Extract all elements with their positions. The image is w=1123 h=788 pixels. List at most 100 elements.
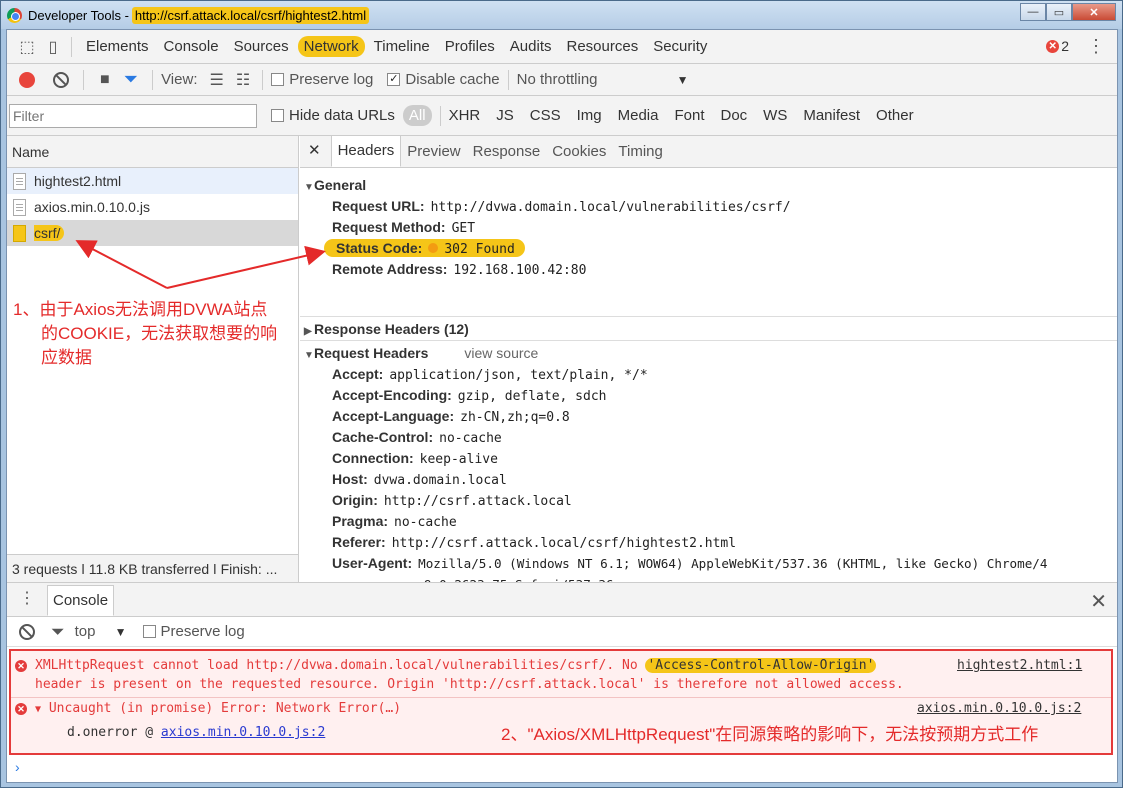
divider [439, 105, 441, 126]
filter-icon[interactable]: ⏷ [51, 622, 65, 642]
annotation-1-line: 1、由于Axios无法调用DVWA站点 [13, 300, 268, 319]
filter-type-other[interactable]: Other [876, 107, 914, 124]
tab-headers[interactable]: Headers [330, 135, 402, 167]
window-title-url: http://csrf.attack.local/csrf/hightest2.… [131, 6, 370, 24]
request-headers-title[interactable]: ▼Request Headers view source [300, 342, 1117, 364]
tab-console-drawer[interactable]: Console [47, 585, 115, 616]
header-value: dvwa.domain.local [373, 473, 507, 488]
request-name: csrf/ [34, 225, 65, 241]
tab-console[interactable]: Console [158, 36, 225, 57]
tab-cookies[interactable]: Cookies [546, 137, 612, 167]
name-column-header[interactable]: Name [7, 136, 298, 168]
error-count: 2 [1061, 38, 1069, 54]
source-link[interactable]: hightest2.html:1 [957, 658, 1082, 673]
error-message-cont: header is present on the requested resou… [35, 677, 904, 692]
source-link[interactable]: axios.min.0.10.0.js:2 [917, 701, 1081, 716]
filter-type-doc[interactable]: Doc [720, 107, 747, 124]
error-icon: ✕ [1046, 39, 1060, 53]
tab-network[interactable]: Network [297, 36, 365, 57]
filter-type-manifest[interactable]: Manifest [803, 107, 860, 124]
window-title: Developer Tools - [28, 7, 129, 23]
more-options-icon[interactable]: ⋮ [1087, 36, 1105, 57]
error-icon: ✕ [15, 703, 27, 715]
tab-sources[interactable]: Sources [228, 36, 295, 57]
request-row[interactable]: axios.min.0.10.0.js [7, 194, 298, 220]
header-key: Accept-Language: [332, 408, 455, 424]
video-camera-icon[interactable]: ■ [100, 71, 110, 89]
view-source-link[interactable]: view source [464, 345, 538, 361]
annotation-1: 1、由于Axios无法调用DVWA站点 的COOKIE，无法获取想要的响 应数据 [13, 298, 277, 370]
title-bar: Developer Tools - http://csrf.attack.loc… [1, 1, 1122, 29]
error-count-badge[interactable]: ✕ 2 [1046, 38, 1069, 54]
header-row: Referer: http://csrf.attack.local/csrf/hi… [300, 532, 1117, 553]
console-preserve-log-checkbox[interactable] [142, 625, 156, 638]
divider [11, 697, 1111, 698]
context-select[interactable]: top [75, 623, 115, 640]
view-label: View: [161, 71, 198, 88]
filter-type-css[interactable]: CSS [530, 107, 561, 124]
panel-tabs-bar: ⬚ ▯ Elements Console Sources Network Tim… [7, 30, 1117, 64]
filter-type-ws[interactable]: WS [763, 107, 787, 124]
stack-link[interactable]: axios.min.0.10.0.js:2 [161, 725, 325, 740]
document-icon [13, 224, 26, 242]
response-headers-title[interactable]: ▶ Response Headers (12) [300, 318, 1117, 340]
throttling-select[interactable]: No throttling [517, 71, 677, 88]
tab-response[interactable]: Response [467, 137, 547, 167]
inspect-element-icon[interactable]: ⬚ [17, 37, 37, 57]
tab-profiles[interactable]: Profiles [439, 36, 501, 57]
disable-cache-checkbox[interactable]: ✓ [387, 73, 401, 86]
dropdown-arrow-icon[interactable]: ▼ [677, 73, 689, 87]
header-row: Request Method: GET [300, 217, 1117, 238]
header-value: http://dvwa.domain.local/vulnerabilities… [430, 200, 791, 215]
tab-security[interactable]: Security [647, 36, 713, 57]
uncaught-error[interactable]: ▼ Uncaught (in promise) Error: Network E… [35, 701, 401, 716]
close-window-button[interactable]: ✕ [1072, 3, 1116, 21]
error-text: XMLHttpRequest cannot load http://dvwa.d… [35, 658, 646, 673]
tab-timing[interactable]: Timing [612, 137, 668, 167]
filter-type-js[interactable]: JS [496, 107, 514, 124]
minimize-button[interactable]: — [1020, 3, 1046, 21]
request-name: axios.min.0.10.0.js [34, 199, 150, 215]
close-drawer-icon[interactable]: ✕ [1090, 589, 1107, 614]
preserve-log-checkbox[interactable] [271, 73, 285, 86]
dropdown-arrow-icon[interactable]: ▼ [115, 625, 127, 639]
tab-elements[interactable]: Elements [80, 36, 155, 57]
hide-data-urls-checkbox[interactable] [271, 109, 284, 122]
header-row: Accept-Encoding: gzip, deflate, sdch [300, 385, 1117, 406]
large-rows-icon[interactable]: ☰ [210, 70, 224, 90]
request-row[interactable]: hightest2.html [7, 168, 298, 194]
filter-icon[interactable]: ⏷ [124, 69, 138, 90]
annotation-2: 2、"Axios/XMLHttpRequest"在同源策略的影响下，无法按预期方… [501, 725, 1039, 744]
filter-type-xhr[interactable]: XHR [449, 107, 481, 124]
close-details-icon[interactable]: ✕ [300, 141, 331, 167]
tab-audits[interactable]: Audits [504, 36, 558, 57]
request-row[interactable]: csrf/ [7, 220, 298, 246]
filter-input[interactable] [9, 103, 257, 128]
filter-type-img[interactable]: Img [577, 107, 602, 124]
uncaught-error-text: Uncaught (in promise) Error: Network Err… [48, 701, 402, 716]
header-key: Accept: [332, 366, 384, 382]
clear-icon[interactable] [53, 71, 69, 88]
general-section-title[interactable]: ▼General [300, 174, 1117, 196]
filter-type-all[interactable]: All [402, 105, 432, 126]
header-row: Request URL: http://dvwa.domain.local/vul… [300, 196, 1117, 217]
tab-preview[interactable]: Preview [401, 137, 466, 167]
drawer-menu-icon[interactable]: ⋮ [7, 588, 47, 616]
device-mode-icon[interactable]: ▯ [43, 37, 63, 57]
filter-type-media[interactable]: Media [618, 107, 659, 124]
clear-console-icon[interactable] [19, 623, 35, 640]
filter-type-font[interactable]: Font [674, 107, 704, 124]
divider [300, 340, 1117, 341]
tab-resources[interactable]: Resources [561, 36, 645, 57]
header-key: Accept-Encoding: [332, 387, 452, 403]
waterfall-icon[interactable]: ☷ [236, 70, 250, 90]
document-icon [13, 198, 26, 216]
general-section: ▼General Request URL: http://dvwa.domain.… [300, 174, 1117, 280]
header-key: Status Code: [336, 240, 423, 256]
record-icon[interactable] [19, 71, 35, 88]
console-prompt-icon[interactable]: › [15, 759, 20, 775]
tab-timeline[interactable]: Timeline [368, 36, 436, 57]
header-value: Mozilla/5.0 (Windows NT 6.1; WOW64) Appl… [418, 556, 1048, 571]
header-key: Request URL: [332, 198, 425, 214]
maximize-button[interactable]: ▭ [1046, 3, 1072, 21]
